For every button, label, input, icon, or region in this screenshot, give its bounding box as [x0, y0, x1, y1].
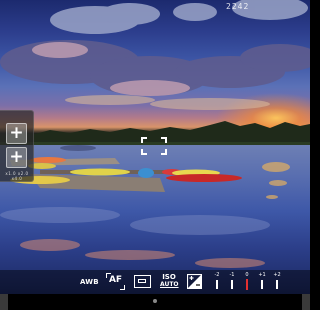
ev-label: -2	[214, 272, 220, 278]
nav-edge-left	[0, 294, 8, 310]
nav-home-dot[interactable]	[153, 299, 157, 303]
nav-edge-right	[302, 294, 310, 310]
focus-corner-br	[161, 149, 167, 155]
camera-viewfinder[interactable]	[0, 0, 310, 310]
focus-frame[interactable]	[141, 137, 167, 155]
spot-metering-icon[interactable]	[134, 275, 151, 288]
ev-current-marker	[246, 279, 248, 290]
zoom-out-button[interactable]: +	[6, 147, 27, 168]
ev-label: 0	[245, 272, 249, 278]
shot-counter: 2242	[226, 2, 250, 11]
zoom-in-button[interactable]: +	[6, 123, 27, 144]
focus-corner-tl	[141, 137, 147, 143]
exposure-compensation-icon[interactable]	[187, 274, 202, 289]
iso-value: AUTO	[160, 281, 179, 288]
zoom-panel: + + x1.0 x2.0 x4.0	[0, 110, 34, 182]
focus-corner-tr	[161, 137, 167, 143]
ev-label: -1	[229, 272, 235, 278]
focus-corner-bl	[141, 149, 147, 155]
iso-button[interactable]: ISO AUTO	[160, 273, 179, 289]
zoom-level-indicator: x1.0 x2.0 x4.0	[5, 171, 29, 181]
ev-tick	[276, 280, 278, 289]
metering-inner-box	[138, 279, 146, 283]
ev-label: +2	[273, 272, 281, 278]
ev-tick	[261, 280, 263, 289]
awb-button[interactable]: AWB	[80, 278, 99, 286]
ev-tick	[231, 280, 233, 289]
iso-label: ISO	[162, 273, 176, 281]
ev-label: +1	[258, 272, 266, 278]
af-button[interactable]: AF	[106, 273, 125, 290]
system-nav-bar	[0, 294, 310, 310]
ev-scale[interactable]: -2 -1 0 +1 +2	[211, 272, 283, 292]
ev-tick	[216, 280, 218, 289]
